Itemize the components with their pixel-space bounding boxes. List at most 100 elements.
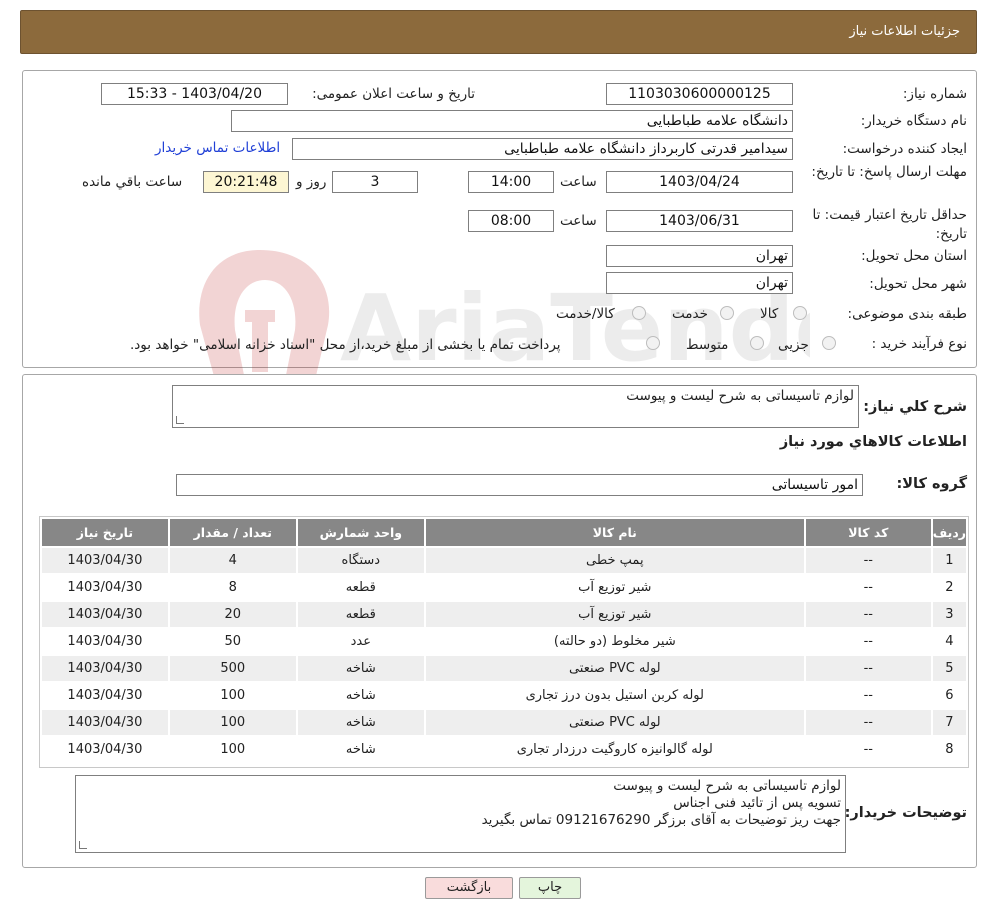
cell-row-number: 7 xyxy=(932,710,966,735)
table-row: 5 -- لوله PVC صنعتی شاخه 500 1403/04/30 xyxy=(42,656,966,681)
buyer-org-field[interactable]: دانشگاه علامه طباطبایی xyxy=(231,110,793,132)
cell-quantity: 500 xyxy=(169,656,296,681)
resize-handle-icon[interactable] xyxy=(176,416,184,424)
cell-row-number: 2 xyxy=(932,575,966,600)
buyer-notes-line: تسویه پس از تائید فنی اجناس xyxy=(673,795,841,811)
category-option-goods-service: کالا/خدمت xyxy=(556,306,615,322)
page-header: جزئیات اطلاعات نیاز xyxy=(20,10,977,54)
announce-field[interactable]: 1403/04/20 - 15:33 xyxy=(101,83,288,105)
buyer-org-label: نام دستگاه خریدار: xyxy=(860,113,967,129)
process-radio-treasury[interactable] xyxy=(646,336,660,350)
deadline-time-field[interactable]: 14:00 xyxy=(468,171,554,193)
category-radio-goods[interactable] xyxy=(793,306,807,320)
cell-row-number: 1 xyxy=(932,548,966,573)
goods-group-label: گروه کالا: xyxy=(896,476,967,492)
process-option-medium: متوسط xyxy=(686,337,729,353)
cell-code: -- xyxy=(805,656,931,681)
buyer-notes-textarea[interactable]: لوازم تاسیساتی به شرح لیست و پیوست تسویه… xyxy=(75,775,846,853)
category-option-goods: کالا xyxy=(760,306,779,322)
cell-unit: دستگاه xyxy=(297,548,424,573)
need-number-field[interactable]: 1103030600000125 xyxy=(606,83,793,105)
buyer-contact-link[interactable]: اطلاعات تماس خریدار xyxy=(155,140,280,156)
category-radio-service[interactable] xyxy=(720,306,734,320)
cell-unit: شاخه xyxy=(297,737,424,762)
cell-code: -- xyxy=(805,602,931,627)
table-header-row: ردیف کد کالا نام کالا واحد شمارش تعداد /… xyxy=(42,519,966,546)
col-date-header: تاریخ نیاز xyxy=(42,519,168,546)
cell-name: لوله گالوانیزه کاروگیت درزدار تجاری xyxy=(425,737,804,762)
province-field[interactable]: تهران xyxy=(606,245,793,267)
cell-code: -- xyxy=(805,629,931,654)
cell-unit: شاخه xyxy=(297,656,424,681)
remaining-time-field: 20:21:48 xyxy=(203,171,289,193)
cell-row-number: 4 xyxy=(932,629,966,654)
cell-unit: قطعه xyxy=(297,602,424,627)
process-option-minor: جزیی xyxy=(778,337,809,353)
cell-date: 1403/04/30 xyxy=(42,737,168,762)
cell-quantity: 50 xyxy=(169,629,296,654)
cell-date: 1403/04/30 xyxy=(42,683,168,708)
city-label: شهر محل تحویل: xyxy=(869,276,967,292)
print-button[interactable]: چاپ xyxy=(519,877,581,899)
cell-unit: قطعه xyxy=(297,575,424,600)
col-row-header: ردیف xyxy=(932,519,966,546)
cell-code: -- xyxy=(805,575,931,600)
need-number-label: شماره نیاز: xyxy=(902,86,967,102)
buyer-notes-line: لوازم تاسیساتی به شرح لیست و پیوست xyxy=(613,778,841,794)
deadline-time-label: ساعت xyxy=(560,174,597,190)
cell-code: -- xyxy=(805,710,931,735)
cell-code: -- xyxy=(805,548,931,573)
cell-name: پمپ خطی xyxy=(425,548,804,573)
buyer-notes-line: جهت ریز توضیحات به آقای برزگر 0912167629… xyxy=(481,812,841,828)
process-note: پرداخت تمام یا بخشی از مبلغ خرید،از محل … xyxy=(130,337,561,353)
announce-label: تاریخ و ساعت اعلان عمومی: xyxy=(312,86,475,102)
process-radio-minor[interactable] xyxy=(822,336,836,350)
table-row: 8 -- لوله گالوانیزه کاروگیت درزدار تجاری شا… xyxy=(42,737,966,762)
province-label: استان محل تحویل: xyxy=(861,248,967,264)
cell-date: 1403/04/30 xyxy=(42,602,168,627)
goods-info-title: اطلاعات کالاهاي مورد نیاز xyxy=(779,434,967,450)
resize-handle-icon[interactable] xyxy=(79,841,87,849)
cell-name: لوله PVC صنعتی xyxy=(425,710,804,735)
creator-field[interactable]: سیدامیر قدرتی کاربرداز دانشگاه علامه طبا… xyxy=(292,138,793,160)
process-radio-medium[interactable] xyxy=(750,336,764,350)
validity-time-label: ساعت xyxy=(560,213,597,229)
city-field[interactable]: تهران xyxy=(606,272,793,294)
remaining-label: ساعت باقي مانده xyxy=(82,174,183,190)
cell-code: -- xyxy=(805,737,931,762)
days-label: روز و xyxy=(296,174,327,190)
cell-quantity: 8 xyxy=(169,575,296,600)
category-radio-goods-service[interactable] xyxy=(632,306,646,320)
cell-date: 1403/04/30 xyxy=(42,629,168,654)
summary-textarea[interactable]: لوازم تاسیساتی به شرح لیست و پیوست xyxy=(172,385,859,428)
col-name-header: نام کالا xyxy=(425,519,804,546)
cell-name: شیر توزیع آب xyxy=(425,575,804,600)
cell-unit: عدد xyxy=(297,629,424,654)
back-button[interactable]: بازگشت xyxy=(425,877,513,899)
process-label: نوع فرآیند خرید : xyxy=(871,336,967,352)
creator-label: ایجاد کننده درخواست: xyxy=(842,141,967,157)
cell-quantity: 20 xyxy=(169,602,296,627)
cell-quantity: 100 xyxy=(169,683,296,708)
cell-row-number: 8 xyxy=(932,737,966,762)
goods-table: ردیف کد کالا نام کالا واحد شمارش تعداد /… xyxy=(40,517,968,764)
summary-label: شرح کلي نیاز: xyxy=(863,399,967,415)
cell-unit: شاخه xyxy=(297,710,424,735)
table-row: 2 -- شیر توزیع آب قطعه 8 1403/04/30 xyxy=(42,575,966,600)
validity-date-field[interactable]: 1403/06/31 xyxy=(606,210,793,232)
summary-text: لوازم تاسیساتی به شرح لیست و پیوست xyxy=(626,388,854,404)
deadline-date-field[interactable]: 1403/04/24 xyxy=(606,171,793,193)
cell-name: شیر توزیع آب xyxy=(425,602,804,627)
cell-quantity: 100 xyxy=(169,737,296,762)
cell-date: 1403/04/30 xyxy=(42,710,168,735)
goods-group-field[interactable]: امور تاسیساتی xyxy=(176,474,863,496)
validity-time-field[interactable]: 08:00 xyxy=(468,210,554,232)
cell-quantity: 4 xyxy=(169,548,296,573)
table-row: 6 -- لوله کربن استیل بدون درز تجاری شاخه 100… xyxy=(42,683,966,708)
table-row: 7 -- لوله PVC صنعتی شاخه 100 1403/04/30 xyxy=(42,710,966,735)
category-option-service: خدمت xyxy=(672,306,708,322)
days-field[interactable]: 3 xyxy=(332,171,418,193)
cell-row-number: 5 xyxy=(932,656,966,681)
col-unit-header: واحد شمارش xyxy=(297,519,424,546)
cell-date: 1403/04/30 xyxy=(42,575,168,600)
